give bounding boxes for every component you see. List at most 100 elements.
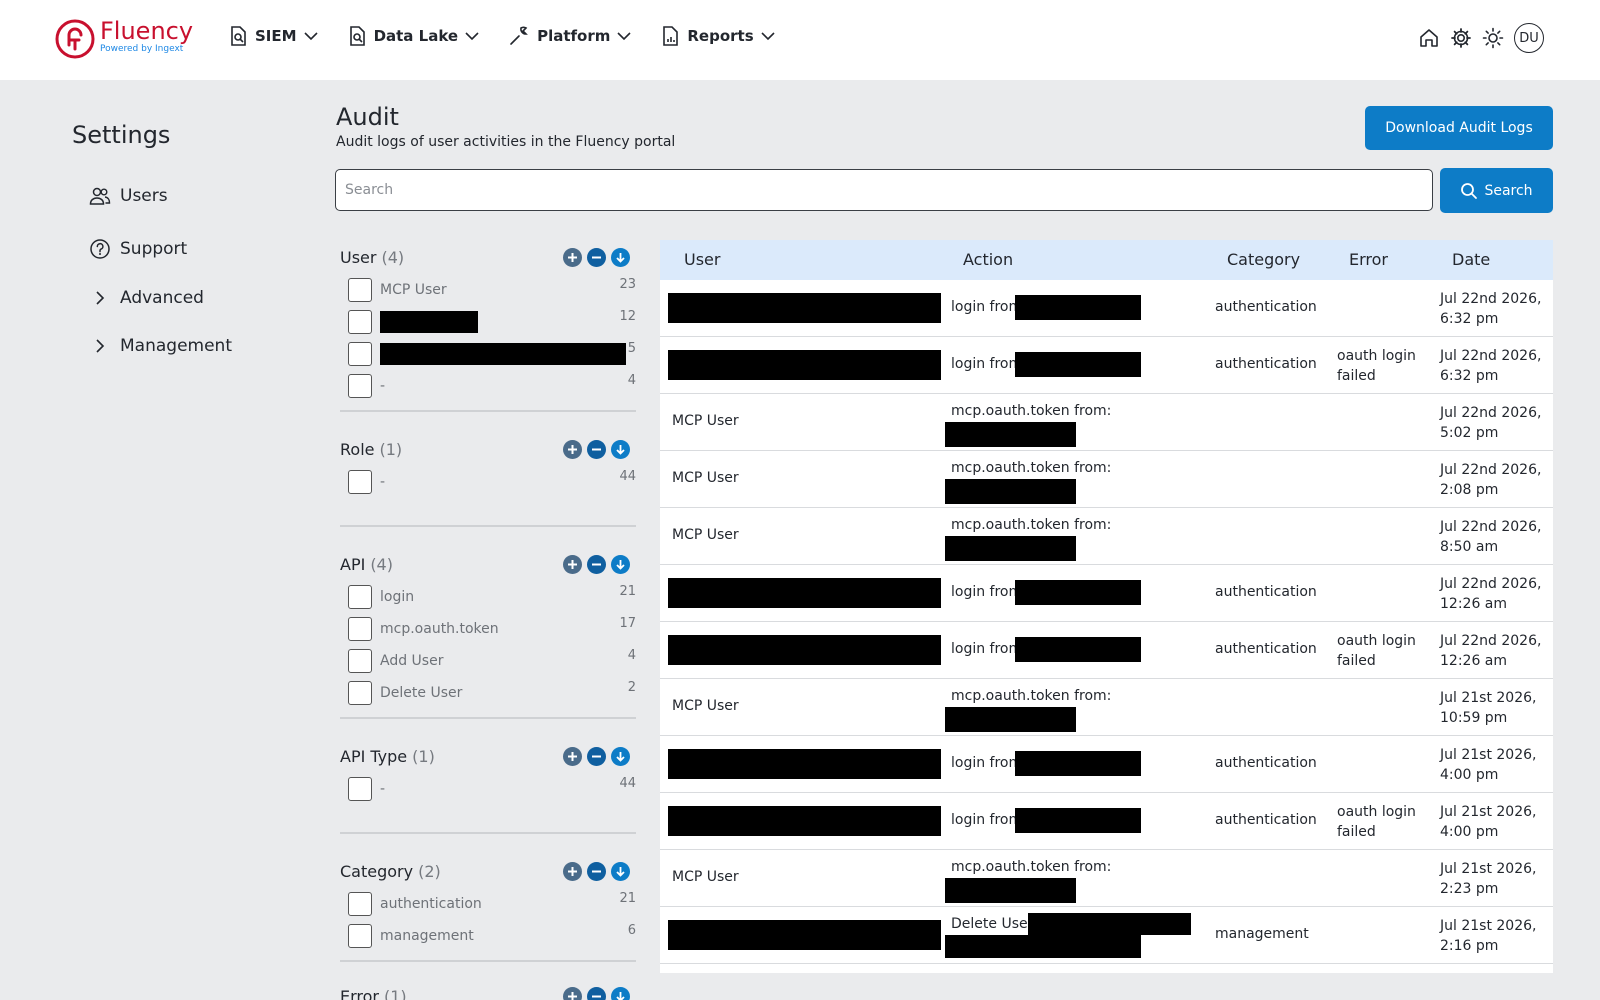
column-header-category[interactable]: Category [1227,250,1300,269]
category-cell: authentication [1215,755,1317,771]
facet-option-count: 17 [619,616,636,631]
redacted-ip [945,422,1076,447]
sidebar-item-management-label: Management [120,336,232,356]
facet-role: Role (1) - 44 [340,432,636,527]
column-header-error[interactable]: Error [1349,250,1388,269]
brand-subtitle: Powered by Ingext [100,44,184,54]
column-header-user[interactable]: User [684,250,720,269]
table-row[interactable]: MCP User mcp.oauth.token from: Jul 22nd 20… [660,508,1553,565]
arrow-down-icon [616,867,625,877]
redacted-user [668,635,941,665]
facet-checkbox[interactable] [348,892,372,916]
sidebar-item-advanced[interactable]: Advanced [89,288,204,308]
table-row[interactable]: login from authentication oauth login fail… [660,337,1553,394]
redacted-target [1028,913,1191,935]
collapse-facet-button[interactable] [587,747,606,766]
search-button[interactable]: Search [1440,168,1553,213]
facet-option-count: 2 [627,680,636,695]
collapse-facet-button[interactable] [587,248,606,267]
sort-facet-button[interactable] [611,248,630,267]
nav-reports[interactable]: Reports [660,25,775,47]
page-subtitle: Audit logs of user activities in the Flu… [336,134,676,150]
nav-siem[interactable]: SIEM [228,25,319,47]
table-row[interactable]: login from authentication Jul 21st 2026, 4… [660,736,1553,793]
plus-icon [568,560,577,569]
sidebar-item-management[interactable]: Management [89,336,232,356]
gear-icon[interactable] [1450,27,1472,49]
facet-checkbox[interactable] [348,278,372,302]
nav-platform[interactable]: Platform [508,25,632,47]
table-row[interactable]: login from authentication oauth login fail… [660,793,1553,850]
facet-checkbox[interactable] [348,342,372,366]
facet-option-label: Add User [380,653,444,669]
redacted-user [668,920,941,950]
facet-api-type: API Type (1) - 44 [340,739,636,834]
expand-facet-button[interactable] [563,555,582,574]
table-row[interactable]: MCP User mcp.oauth.token from: Jul 22nd 20… [660,394,1553,451]
facet-option: - 44 [340,773,636,805]
facet-option-label: - [380,474,386,490]
expand-facet-button[interactable] [563,862,582,881]
expand-facet-button[interactable] [563,248,582,267]
table-row[interactable]: Delete Use management Jul 21st 2026, 2:16 … [660,907,1553,964]
facet-title: API Type [340,746,408,766]
facet-checkbox[interactable] [348,681,372,705]
table-row[interactable]: login from authentication Jul 22nd 2026, 1… [660,565,1553,622]
fluency-logo[interactable]: Fluency Powered by Ingext [55,19,193,59]
sort-facet-button[interactable] [611,555,630,574]
search-icon [1461,182,1478,199]
user-cell: MCP User [672,470,739,486]
facet-checkbox[interactable] [348,310,372,334]
table-row[interactable]: MCP User mcp.oauth.token from: Jul 22nd 20… [660,451,1553,508]
user-avatar[interactable]: DU [1514,23,1544,53]
home-icon[interactable] [1418,27,1440,49]
expand-facet-button[interactable] [563,747,582,766]
download-audit-logs-button[interactable]: Download Audit Logs [1365,106,1553,150]
facet-option-count: 44 [619,469,636,484]
minus-icon [592,995,601,998]
plus-icon [568,253,577,262]
report-icon [663,26,679,46]
column-header-date[interactable]: Date [1452,250,1490,269]
user-cell: MCP User [672,869,739,885]
collapse-facet-button[interactable] [587,555,606,574]
sort-facet-button[interactable] [611,987,630,1000]
column-header-action[interactable]: Action [963,250,1013,269]
sidebar-item-support[interactable]: Support [89,238,187,260]
theme-sun-icon[interactable] [1482,27,1504,49]
sort-facet-button[interactable] [611,440,630,459]
facet-checkbox[interactable] [348,374,372,398]
table-row[interactable]: login from authentication Jul 22nd 2026, 6… [660,280,1553,337]
collapse-facet-button[interactable] [587,862,606,881]
facet-filters: User (4) MCP User 23 12 5 -4 Role (1) -44 [340,240,636,1000]
sort-facet-button[interactable] [611,747,630,766]
search-input[interactable] [335,169,1433,211]
action-cell: mcp.oauth.token from: [951,460,1112,476]
nav-data-lake[interactable]: Data Lake [347,25,481,47]
facet-checkbox[interactable] [348,585,372,609]
chevron-down-icon [617,32,631,41]
category-cell: authentication [1215,356,1317,372]
table-row[interactable]: MCP User mcp.oauth.token from: Jul 21st 20… [660,679,1553,736]
facet-checkbox[interactable] [348,470,372,494]
expand-facet-button[interactable] [563,987,582,1000]
facet-option-label: - [380,378,386,394]
facet-checkbox[interactable] [348,777,372,801]
facet-checkbox[interactable] [348,649,372,673]
facet-title: Role [340,439,375,459]
date-cell: Jul 22nd 2026, 12:26 am [1440,576,1542,612]
expand-facet-button[interactable] [563,440,582,459]
redacted-user [668,806,941,836]
redacted-block [380,311,478,333]
collapse-facet-button[interactable] [587,440,606,459]
facet-category: Category (2) authentication 21 management… [340,854,636,962]
sort-facet-button[interactable] [611,862,630,881]
facet-checkbox[interactable] [348,617,372,641]
facet-option-label: management [380,928,474,944]
table-row[interactable]: MCP User mcp.oauth.token from: Jul 21st 20… [660,850,1553,907]
sidebar-item-users[interactable]: Users [89,186,168,206]
collapse-facet-button[interactable] [587,987,606,1000]
facet-checkbox[interactable] [348,924,372,948]
table-row[interactable]: login from authentication oauth login fail… [660,622,1553,679]
chevron-right-icon [89,290,111,306]
